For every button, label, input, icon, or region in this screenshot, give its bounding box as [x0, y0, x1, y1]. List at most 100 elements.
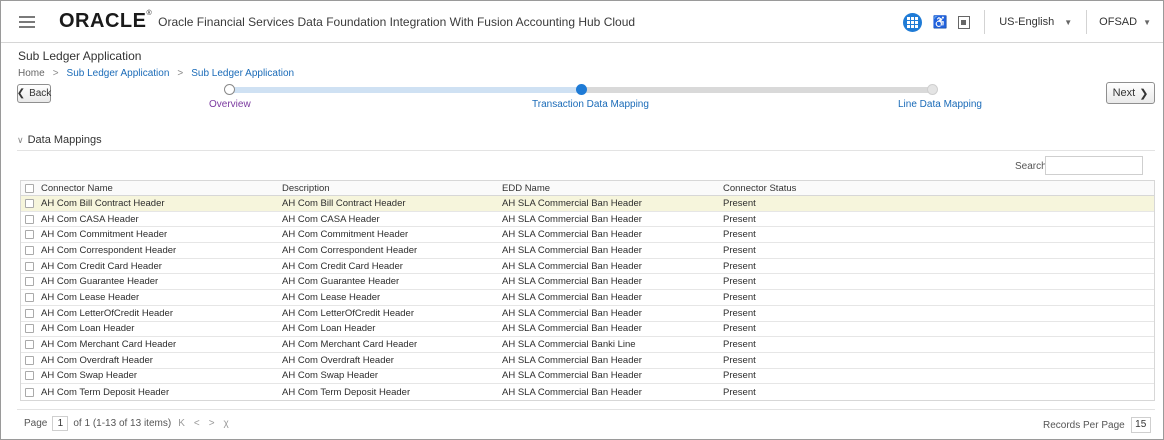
select-all-checkbox[interactable] — [25, 183, 34, 193]
breadcrumb-current[interactable]: Sub Ledger Application — [191, 68, 294, 79]
cell-description: AH Com Merchant Card Header — [282, 339, 418, 351]
row-checkbox[interactable] — [25, 292, 34, 302]
user-menu[interactable]: OFSAD ▼ — [1087, 16, 1163, 28]
records-per-page-label: Records Per Page — [1043, 419, 1125, 431]
cell-connector-name: AH Com Term Deposit Header — [41, 386, 170, 398]
row-checkbox[interactable] — [25, 261, 34, 271]
row-checkbox[interactable] — [25, 308, 34, 318]
top-header: ORACLE® Oracle Financial Services Data F… — [1, 1, 1163, 43]
cell-connector-status: Present — [723, 229, 756, 241]
breadcrumb-sub-ledger-application[interactable]: Sub Ledger Application — [67, 68, 170, 79]
search-label: Search — [1015, 161, 1047, 172]
train-stop-overview[interactable] — [224, 84, 235, 95]
table-row[interactable]: AH Com Loan Header AH Com Loan Header AH S… — [21, 322, 1154, 338]
cell-description: AH Com CASA Header — [282, 213, 380, 225]
table-row[interactable]: AH Com Lease Header AH Com Lease Header AH… — [21, 290, 1154, 306]
cell-connector-name: AH Com CASA Header — [41, 213, 139, 225]
row-checkbox[interactable] — [25, 355, 34, 365]
page-number-input[interactable]: 1 — [52, 416, 69, 431]
cell-description: AH Com Overdraft Header — [282, 354, 394, 366]
previous-page-icon[interactable]: < — [192, 418, 202, 429]
breadcrumb-separator: > — [52, 68, 59, 79]
row-select-cell — [21, 198, 37, 208]
row-select-cell — [21, 214, 37, 224]
hamburger-menu-icon[interactable] — [19, 15, 35, 28]
table-row[interactable]: AH Com Guarantee Header AH Com Guarantee … — [21, 274, 1154, 291]
train-stop-line-data-mapping[interactable] — [927, 84, 938, 95]
column-header-edd-name[interactable]: EDD Name — [498, 183, 719, 194]
next-page-icon[interactable]: > — [207, 418, 217, 429]
row-select-cell — [21, 387, 37, 397]
records-per-page: Records Per Page 15 — [1043, 417, 1151, 433]
row-checkbox[interactable] — [25, 387, 34, 397]
cell-connector-status: Present — [723, 386, 756, 398]
cell-connector-name: AH Com Loan Header — [41, 323, 135, 335]
cell-connector-status: Present — [723, 276, 756, 288]
breadcrumb-separator: > — [177, 68, 184, 79]
cell-edd-name: AH SLA Commercial Ban Header — [502, 213, 642, 225]
table-row[interactable]: AH Com Commitment Header AH Com Commitmen… — [21, 227, 1154, 244]
cell-connector-status: Present — [723, 197, 756, 209]
table-row[interactable]: AH Com Swap Header AH Com Swap Header AH S… — [21, 369, 1154, 385]
row-select-cell — [21, 355, 37, 365]
cell-edd-name: AH SLA Commercial Ban Header — [502, 354, 642, 366]
table-row[interactable]: AH Com Overdraft Header AH Com Overdraft … — [21, 353, 1154, 369]
train-label-line-data-mapping[interactable]: Line Data Mapping — [898, 99, 982, 110]
accessibility-icon[interactable]: ♿ — [932, 14, 948, 30]
cell-connector-status: Present — [723, 339, 756, 351]
last-page-icon[interactable]: χ — [222, 418, 231, 429]
back-button[interactable]: ❮ Back — [17, 84, 51, 103]
chevron-down-icon: ▼ — [1143, 17, 1151, 27]
row-checkbox[interactable] — [25, 340, 34, 350]
table-body: AH Com Bill Contract Header AH Com Bill C… — [21, 196, 1154, 400]
cell-connector-status: Present — [723, 370, 756, 382]
row-select-cell — [21, 261, 37, 271]
table-row[interactable]: AH Com LetterOfCredit Header AH Com Lette… — [21, 306, 1154, 322]
column-header-connector-name[interactable]: Connector Name — [37, 183, 278, 194]
data-mappings-table: Connector Name Description EDD Name Conn… — [20, 180, 1155, 401]
row-select-cell — [21, 277, 37, 287]
cell-connector-name: AH Com Lease Header — [41, 291, 140, 303]
table-row[interactable]: AH Com Credit Card Header AH Com Credit C… — [21, 259, 1154, 275]
cell-edd-name: AH SLA Commercial Ban Header — [502, 229, 642, 241]
cell-edd-name: AH SLA Commercial Ban Header — [502, 386, 642, 398]
cell-edd-name: AH SLA Commercial Ban Header — [502, 370, 642, 382]
row-checkbox[interactable] — [25, 198, 34, 208]
column-header-description[interactable]: Description — [278, 183, 498, 194]
records-per-page-select[interactable]: 15 — [1130, 417, 1151, 433]
row-checkbox[interactable] — [25, 371, 34, 381]
table-row[interactable]: AH Com Merchant Card Header AH Com Mercha… — [21, 337, 1154, 353]
row-checkbox[interactable] — [25, 214, 34, 224]
cell-description: AH Com Credit Card Header — [282, 260, 403, 272]
select-all-cell — [21, 183, 37, 193]
next-button[interactable]: Next ❯ — [1106, 82, 1155, 104]
data-mappings-section-toggle[interactable]: ∨ Data Mappings — [17, 134, 102, 146]
train-stop-transaction-data-mapping[interactable] — [576, 84, 587, 95]
row-select-cell — [21, 292, 37, 302]
row-checkbox[interactable] — [25, 245, 34, 255]
row-checkbox[interactable] — [25, 324, 34, 334]
search-input[interactable] — [1045, 156, 1143, 175]
table-row[interactable]: AH Com Correspondent Header AH Com Corres… — [21, 243, 1154, 259]
row-select-cell — [21, 230, 37, 240]
app-window: ORACLE® Oracle Financial Services Data F… — [0, 0, 1164, 440]
table-row[interactable]: AH Com Bill Contract Header AH Com Bill C… — [21, 196, 1154, 212]
language-selector[interactable]: US-English ▼ — [985, 16, 1086, 28]
row-checkbox[interactable] — [25, 230, 34, 240]
table-row[interactable]: AH Com CASA Header AH Com CASA Header AH S… — [21, 212, 1154, 228]
page-info-icon[interactable] — [958, 15, 971, 29]
train-label-transaction-data-mapping[interactable]: Transaction Data Mapping — [532, 99, 649, 110]
apps-grid-icon[interactable] — [903, 12, 923, 32]
cell-connector-name: AH Com Credit Card Header — [41, 260, 162, 272]
first-page-icon[interactable]: K — [176, 418, 187, 429]
divider — [17, 409, 1155, 410]
page-title: Sub Ledger Application — [18, 49, 142, 63]
cell-connector-status: Present — [723, 354, 756, 366]
cell-connector-status: Present — [723, 244, 756, 256]
train-label-overview[interactable]: Overview — [209, 99, 251, 110]
table-row[interactable]: AH Com Term Deposit Header AH Com Term De… — [21, 384, 1154, 400]
chevron-down-icon: ▼ — [1064, 17, 1073, 27]
row-checkbox[interactable] — [25, 277, 34, 287]
column-header-connector-status[interactable]: Connector Status — [719, 183, 1149, 194]
breadcrumb-home[interactable]: Home — [18, 68, 45, 79]
